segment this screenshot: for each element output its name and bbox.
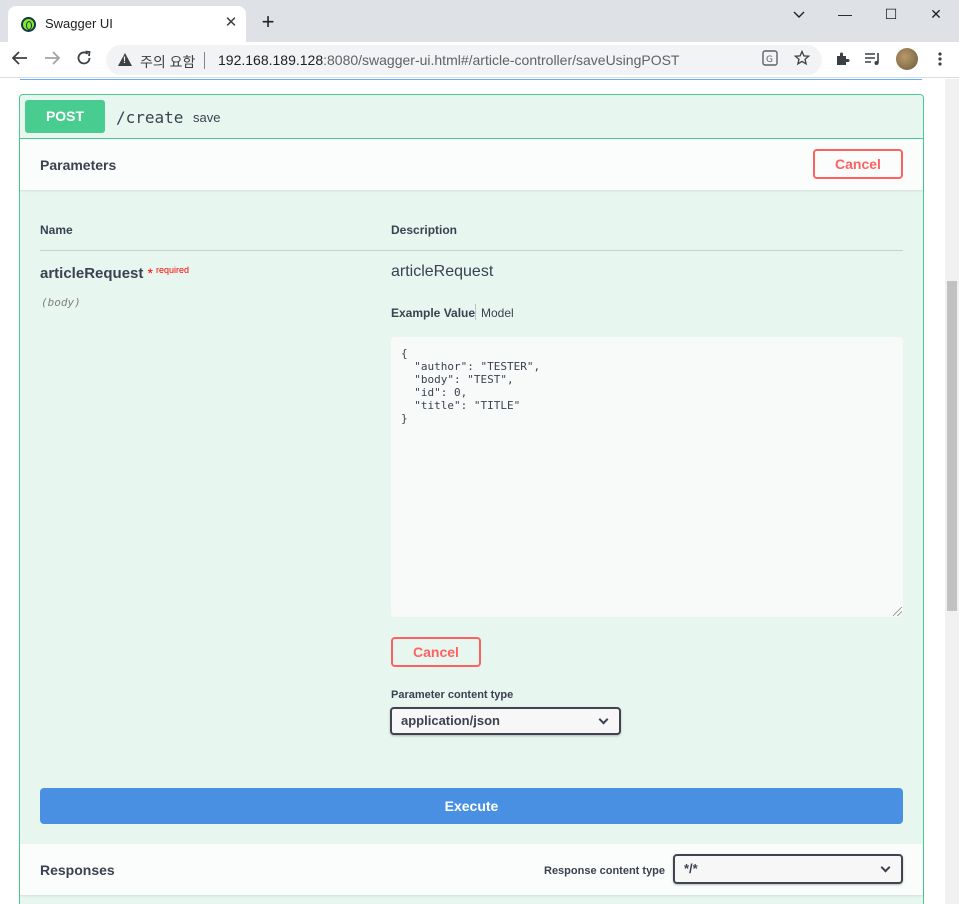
textarea-resize-icon[interactable] (893, 607, 902, 616)
method-badge: POST (25, 100, 105, 133)
tab-example-value[interactable]: Example Value (391, 306, 475, 320)
translate-icon[interactable]: G (760, 50, 780, 70)
back-icon[interactable] (8, 48, 32, 72)
parameters-title: Parameters (40, 157, 117, 173)
chevron-down-icon (598, 714, 609, 725)
body-param-textarea[interactable]: { "author": "TESTER", "body": "TEST", "i… (391, 337, 903, 617)
column-header-description: Description (391, 223, 458, 237)
parameters-header: Parameters Cancel (20, 139, 923, 190)
model-tab-divider (475, 304, 476, 320)
body-cancel-button[interactable]: Cancel (391, 637, 481, 667)
browser-tabstrip: Swagger UI ✕ + — ☐ ✕ (0, 0, 959, 42)
parameter-content-type-select[interactable]: application/json (390, 707, 621, 735)
column-header-name: Name (40, 223, 73, 237)
parameter-content-type-value: application/json (401, 713, 500, 728)
warning-icon[interactable] (118, 53, 132, 66)
page-scrollbar[interactable] (945, 79, 959, 904)
star-icon[interactable] (792, 49, 812, 70)
new-tab-button[interactable]: + (258, 11, 278, 33)
close-window-button[interactable]: ✕ (913, 0, 959, 28)
security-label[interactable]: 주의 요함 (140, 52, 195, 72)
required-star: * (147, 265, 153, 281)
browser-toolbar: 주의 요함 192.168.189.128:8080/swagger-ui.ht… (0, 42, 959, 78)
browser-tab[interactable]: Swagger UI ✕ (8, 6, 246, 42)
responses-title: Responses (40, 862, 115, 878)
tab-search-icon[interactable] (776, 0, 822, 28)
execute-button[interactable]: Execute (40, 788, 903, 824)
operation-summary[interactable]: POST /create save (20, 95, 923, 139)
url-text[interactable]: 192.168.189.128:8080/swagger-ui.html#/ar… (218, 52, 679, 68)
response-content-type-value: */* (684, 861, 698, 876)
previous-operation-border (20, 79, 922, 80)
avatar[interactable] (896, 48, 918, 70)
address-divider (204, 52, 205, 69)
url-path: :8080/swagger-ui.html#/article-controlle… (323, 52, 680, 68)
swagger-favicon-icon (21, 17, 36, 32)
cancel-button[interactable]: Cancel (813, 149, 903, 179)
menu-icon[interactable] (931, 51, 949, 69)
tab-model[interactable]: Model (481, 306, 514, 320)
parameter-description: articleRequest (391, 263, 494, 280)
extensions-icon[interactable] (834, 51, 852, 69)
responses-header: Responses Response content type */* (20, 844, 923, 895)
response-content-type-select[interactable]: */* (673, 854, 903, 884)
svg-text:G: G (766, 55, 773, 65)
chevron-down-icon (880, 862, 891, 873)
forward-icon[interactable] (40, 48, 64, 72)
minimize-button[interactable]: — (822, 0, 868, 28)
tab-close-icon[interactable]: ✕ (222, 14, 240, 32)
reload-icon[interactable] (72, 48, 96, 72)
parameter-name: articleRequest * (40, 265, 153, 282)
table-head-divider (40, 250, 903, 251)
swagger-page: POST /create save Parameters Cancel Name… (0, 79, 945, 904)
operation-summary-text: save (193, 110, 221, 125)
url-host: 192.168.189.128 (218, 52, 324, 68)
opblock-post: POST /create save Parameters Cancel Name… (19, 94, 924, 904)
media-icon[interactable] (864, 51, 882, 69)
scrollbar-thumb[interactable] (947, 281, 957, 611)
parameter-content-type-label: Parameter content type (391, 689, 514, 701)
parameter-in: (body) (41, 296, 81, 309)
tab-title: Swagger UI (45, 16, 113, 31)
operation-path: /create (116, 108, 184, 127)
maximize-button[interactable]: ☐ (868, 0, 914, 28)
parameter-name-text: articleRequest (40, 265, 144, 282)
address-bar[interactable]: 주의 요함 192.168.189.128:8080/swagger-ui.ht… (106, 45, 822, 75)
required-label: required (156, 265, 190, 275)
response-content-type-label: Response content type (544, 865, 666, 877)
